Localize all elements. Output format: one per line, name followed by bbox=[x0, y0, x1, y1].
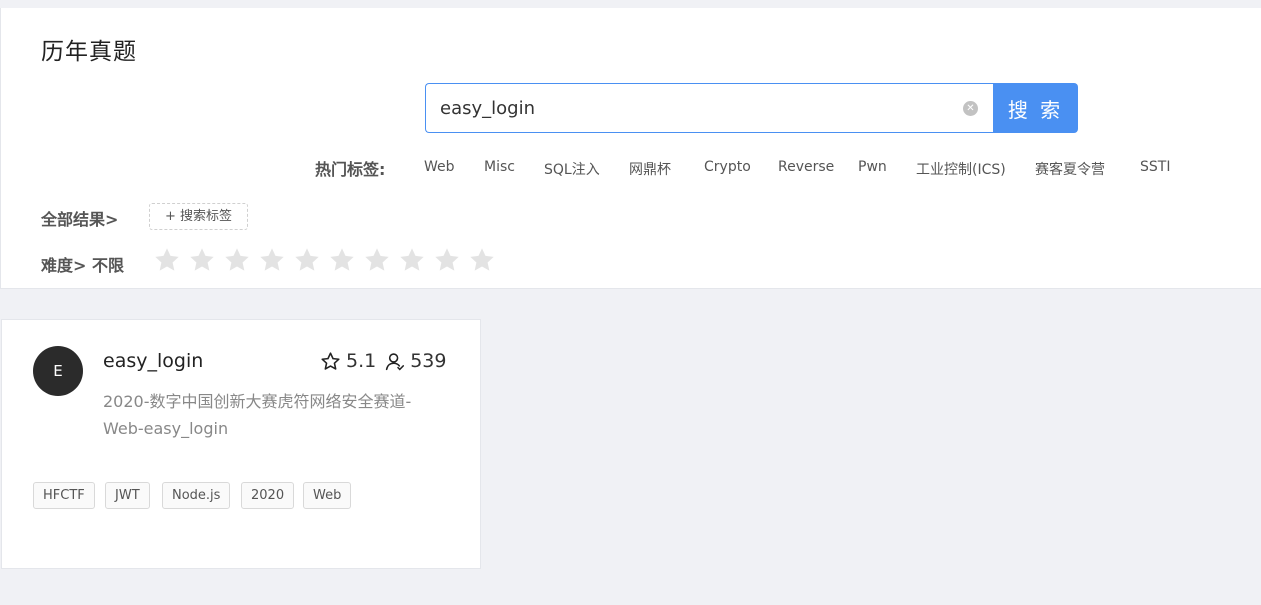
result-card[interactable]: E easy_login 5.1 539 2020-数字中国创新大赛虎符网络安全… bbox=[1, 319, 481, 569]
tag-2020[interactable]: 2020 bbox=[241, 482, 295, 509]
hot-tag-summer-camp[interactable]: 赛客夏令营 bbox=[1035, 159, 1105, 179]
all-results-label[interactable]: 全部结果> bbox=[41, 206, 118, 230]
challenge-description: 2020-数字中国创新大赛虎符网络安全赛道-Web-easy_login bbox=[103, 392, 412, 438]
top-strip bbox=[0, 0, 1261, 8]
search-input[interactable] bbox=[440, 84, 950, 132]
avatar: E bbox=[33, 346, 83, 396]
challenge-title[interactable]: easy_login bbox=[103, 350, 203, 372]
difficulty-star-9-icon[interactable] bbox=[433, 246, 461, 274]
search-button[interactable]: 搜 索 bbox=[993, 83, 1078, 133]
tag-web[interactable]: Web bbox=[303, 482, 352, 509]
difficulty-star-3-icon[interactable] bbox=[223, 246, 251, 274]
hot-tag-reverse[interactable]: Reverse bbox=[778, 159, 834, 175]
hot-tag-sql-injection[interactable]: SQL注入 bbox=[544, 159, 600, 179]
difficulty-star-1-icon[interactable] bbox=[153, 246, 181, 274]
star-outline-icon bbox=[321, 351, 340, 370]
hot-tag-ssti[interactable]: SSTI bbox=[1140, 159, 1170, 175]
search-box: ✕ bbox=[425, 83, 993, 133]
rating-value: 5.1 bbox=[346, 350, 377, 372]
clear-icon[interactable]: ✕ bbox=[963, 101, 978, 116]
hot-tag-web[interactable]: Web bbox=[424, 159, 455, 175]
tag-nodejs[interactable]: Node.js bbox=[162, 482, 231, 509]
solves-value: 539 bbox=[410, 350, 447, 372]
difficulty-star-4-icon[interactable] bbox=[258, 246, 286, 274]
difficulty-star-2-icon[interactable] bbox=[188, 246, 216, 274]
difficulty-star-7-icon[interactable] bbox=[363, 246, 391, 274]
page-title: 历年真题 bbox=[41, 39, 137, 65]
difficulty-star-10-icon[interactable] bbox=[468, 246, 496, 274]
hot-tags-label: 热门标签: bbox=[315, 160, 386, 179]
add-tag-button[interactable]: + 搜索标签 bbox=[149, 203, 248, 230]
tag-jwt[interactable]: JWT bbox=[105, 482, 150, 509]
solvers-icon bbox=[386, 352, 405, 370]
difficulty-star-5-icon[interactable] bbox=[293, 246, 321, 274]
difficulty-star-8-icon[interactable] bbox=[398, 246, 426, 274]
hot-tag-crypto[interactable]: Crypto bbox=[704, 159, 751, 175]
card-stats: 5.1 539 bbox=[320, 349, 446, 373]
tag-hfctf[interactable]: HFCTF bbox=[33, 482, 95, 509]
hot-tag-ics[interactable]: 工业控制(ICS) bbox=[916, 159, 1006, 179]
search-panel: 历年真题 ✕ 搜 索 热门标签: Web Misc SQL注入 网鼎杯 Cryp… bbox=[0, 8, 1261, 289]
difficulty-star-6-icon[interactable] bbox=[328, 246, 356, 274]
hot-tag-pwn[interactable]: Pwn bbox=[858, 159, 887, 175]
difficulty-label[interactable]: 难度> 不限 bbox=[41, 252, 124, 276]
hot-tag-misc[interactable]: Misc bbox=[484, 159, 515, 175]
hot-tag-wangding[interactable]: 网鼎杯 bbox=[629, 159, 671, 179]
